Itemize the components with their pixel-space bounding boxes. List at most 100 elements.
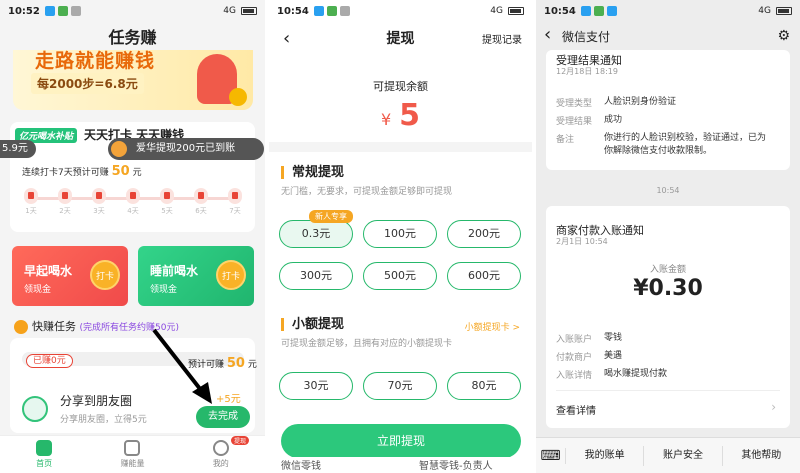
keyboard-icon[interactable]: ⌨ [536,447,566,464]
banner-rate: 每2000步=6.8元 [31,73,144,94]
banner-headline: 走路就能赚钱 [35,50,156,72]
app-notification-icon [593,6,604,16]
amount-label: 入账金额 [649,265,686,275]
red-envelope-icon [228,188,242,204]
day-item: 6天 [192,186,210,216]
app-notification-icon [580,6,591,16]
small-withdraw-card-link[interactable]: 小额提现卡 > [465,320,520,333]
status-time: 10:54 [544,5,576,17]
red-envelope-icon [24,188,38,204]
amount-option-200[interactable]: 200元 [447,220,521,248]
message-date: 12月18日 18:19 [556,67,618,76]
status-bar: 10:54 4G [536,0,800,22]
go-complete-button[interactable]: 去完成 [196,406,250,428]
battery-icon [508,7,524,15]
withdraw-now-button[interactable]: 立即提现 [281,424,521,458]
coin-icon [229,88,247,106]
new-user-tag: 新人专享 [309,210,353,223]
small-withdraw-title: 小额提现 [281,318,344,331]
checkin-button[interactable]: 打卡 [216,260,246,290]
chevron-right-icon: › [771,400,776,414]
toast-text: 爱华提现200元已到账 [136,143,236,154]
amount-value: ¥0.30 [633,276,703,301]
morning-water-card[interactable]: 早起喝水 领现金 打卡 [12,246,128,306]
menu-my-bills[interactable]: 我的账单 [566,445,645,466]
lightning-icon [124,440,141,456]
wechat-pay-screen: 10:54 4G ‹ 微信支付 ⚙ 受理结果通知 12月18日 18:19 受理… [536,0,800,473]
menu-account-security[interactable]: 账户安全 [644,445,723,466]
status-bar: 10:54 4G [269,0,532,22]
amount-option-600[interactable]: 600元 [447,262,521,290]
battery-icon [776,7,792,15]
app-notification-icon [339,6,350,16]
red-envelope-icon [58,188,72,204]
red-envelope-icon [92,188,106,204]
tab-home[interactable]: 首页 [0,436,88,473]
profile-icon [212,440,229,456]
checkin-button[interactable]: 打卡 [90,260,120,290]
footer-items: 微信零钱 智慧零钱-负责人 [269,457,532,473]
home-icon [36,440,53,456]
amount-option-0.3[interactable]: 0.3元 [279,220,353,248]
back-icon[interactable]: ‹ [544,24,551,45]
share-reward: +5元 [216,394,241,405]
bottom-menu-bar: ⌨ 我的账单 账户安全 其他帮助 [536,437,800,473]
network-label: 4G [223,6,236,16]
withdraw-toast: 爱华提现200元已到账 [108,138,264,160]
app-notification-icon [57,6,68,16]
share-title: 分享到朋友圈 [60,394,133,408]
earned-badge: 已赚0元 [26,354,73,368]
amount-option-30[interactable]: 30元 [279,372,353,400]
amount-option-70[interactable]: 70元 [363,372,437,400]
amount-option-500[interactable]: 500元 [363,262,437,290]
moments-icon [22,396,48,422]
avatar [111,141,127,157]
walk-banner[interactable]: 走路就能赚钱 每2000步=6.8元 [13,50,253,110]
share-subtitle: 分享朋友圈，立得5元 [60,415,147,425]
battery-icon [241,7,257,15]
app-notification-icon [606,6,617,16]
app-notification-icon [326,6,337,16]
status-time: 10:52 [8,5,40,17]
gear-icon[interactable]: ⚙ [777,28,790,44]
earned-pill: 5.9元 [0,140,36,158]
header-bar: ‹ 微信支付 ⚙ [536,22,800,50]
status-bar: 10:52 4G [0,0,265,22]
header-bar: ‹ 提现 提现记录 [269,22,532,52]
view-details-link[interactable]: 查看详情 [556,402,596,417]
time-separator: 10:54 [656,186,680,195]
day-item: 2天 [56,186,74,216]
day-item: 3天 [90,186,108,216]
amount-option-300[interactable]: 300元 [279,262,353,290]
flame-icon [14,320,28,334]
bottom-tab-bar: 首页 赚能量 我的 提现 [0,435,265,473]
status-time: 10:54 [277,5,309,17]
wechat-change-label: 微信零钱 [281,461,321,472]
day-item: 4天 [124,186,142,216]
night-water-card[interactable]: 睡前喝水 领现金 打卡 [138,246,254,306]
app-notification-icon [313,6,324,16]
tab-me[interactable]: 我的 提现 [177,436,265,473]
task-earn-screen: 10:52 4G 任务赚 走路就能赚钱 每2000步=6.8元 亿元喝水补贴 天… [0,0,265,473]
regular-withdraw-title: 常规提现 [281,166,344,179]
page-title: 微信支付 [562,30,611,44]
message-date: 2月1日 10:54 [556,237,608,246]
message-card: 受理结果通知 12月18日 18:19 受理类型 人脸识别身份验证 受理结果 成功 … [546,50,790,170]
red-envelope-icon [194,188,208,204]
menu-other-help[interactable]: 其他帮助 [723,446,800,466]
amount-option-80[interactable]: 80元 [447,372,521,400]
regular-withdraw-desc: 无门槛，无要求，可提现金额足够即可提现 [281,187,453,197]
withdraw-badge: 提现 [230,436,249,445]
day-item: 1天 [22,186,40,216]
app-notification-icon [70,6,81,16]
small-withdraw-desc: 可提现金额足够，且拥有对应的小额提现卡 [281,339,453,349]
streak-text: 连续打卡7天预计可赚 50 元 [22,164,142,179]
smart-change-label: 智慧零钱-负责人 [419,461,493,472]
day-item: 7天 [226,186,244,216]
annotation-arrow-icon [152,328,212,404]
red-envelope-icon [126,188,140,204]
message-card: 商家付款入账通知 2月1日 10:54 [546,206,790,428]
withdraw-record-link[interactable]: 提现记录 [482,31,522,46]
tab-energy[interactable]: 赚能量 [88,436,176,473]
amount-option-100[interactable]: 100元 [363,220,437,248]
